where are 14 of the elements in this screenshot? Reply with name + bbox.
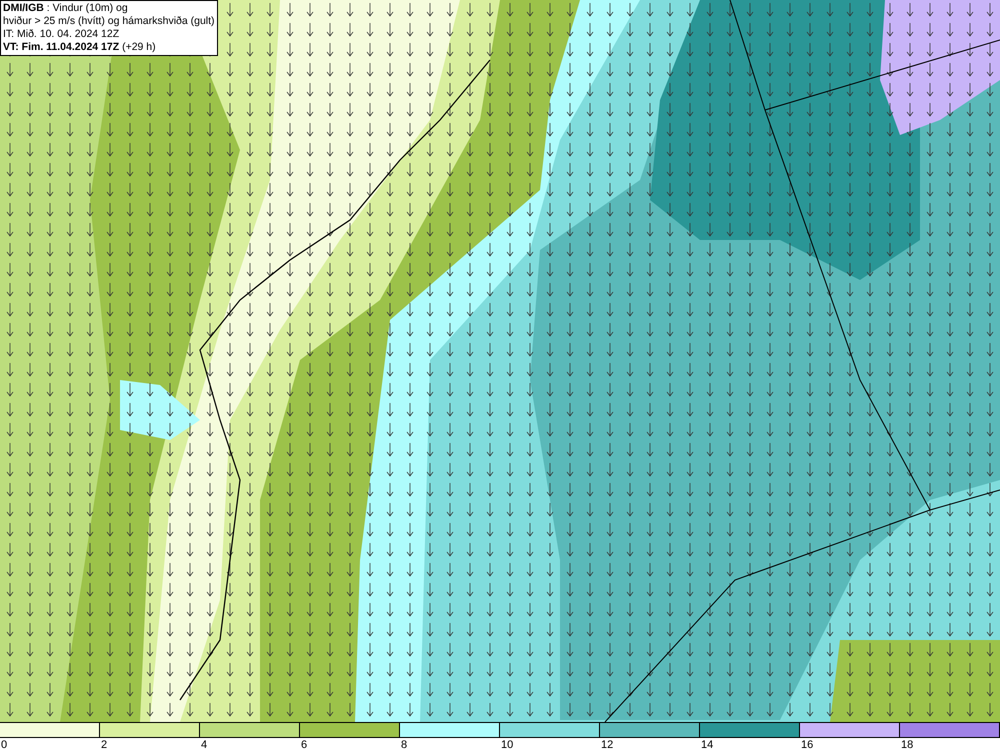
legend-label: 8 — [400, 738, 408, 753]
legend-label: 0 — [0, 738, 8, 753]
legend-label: 10 — [500, 738, 514, 753]
legend-label: 4 — [200, 738, 208, 753]
legend-label: 12 — [600, 738, 614, 753]
legend-label: 2 — [100, 738, 108, 753]
legend-label: 14 — [700, 738, 714, 753]
legend-label: 6 — [300, 738, 308, 753]
legend-label: 18 — [900, 738, 914, 753]
legend-label: 16 — [800, 738, 814, 753]
title-line: hviður > 25 m/s (hvítt) og hámarkshviða (gult) — [3, 15, 215, 28]
title-line: IT: Mið. 10. 04. 2024 12Z — [3, 28, 120, 41]
title-line: DMI/IGB : Vindur (10m) og — [3, 2, 129, 15]
title-line: VT: Fim. 11.04.2024 17Z (+29 h) — [3, 41, 157, 54]
